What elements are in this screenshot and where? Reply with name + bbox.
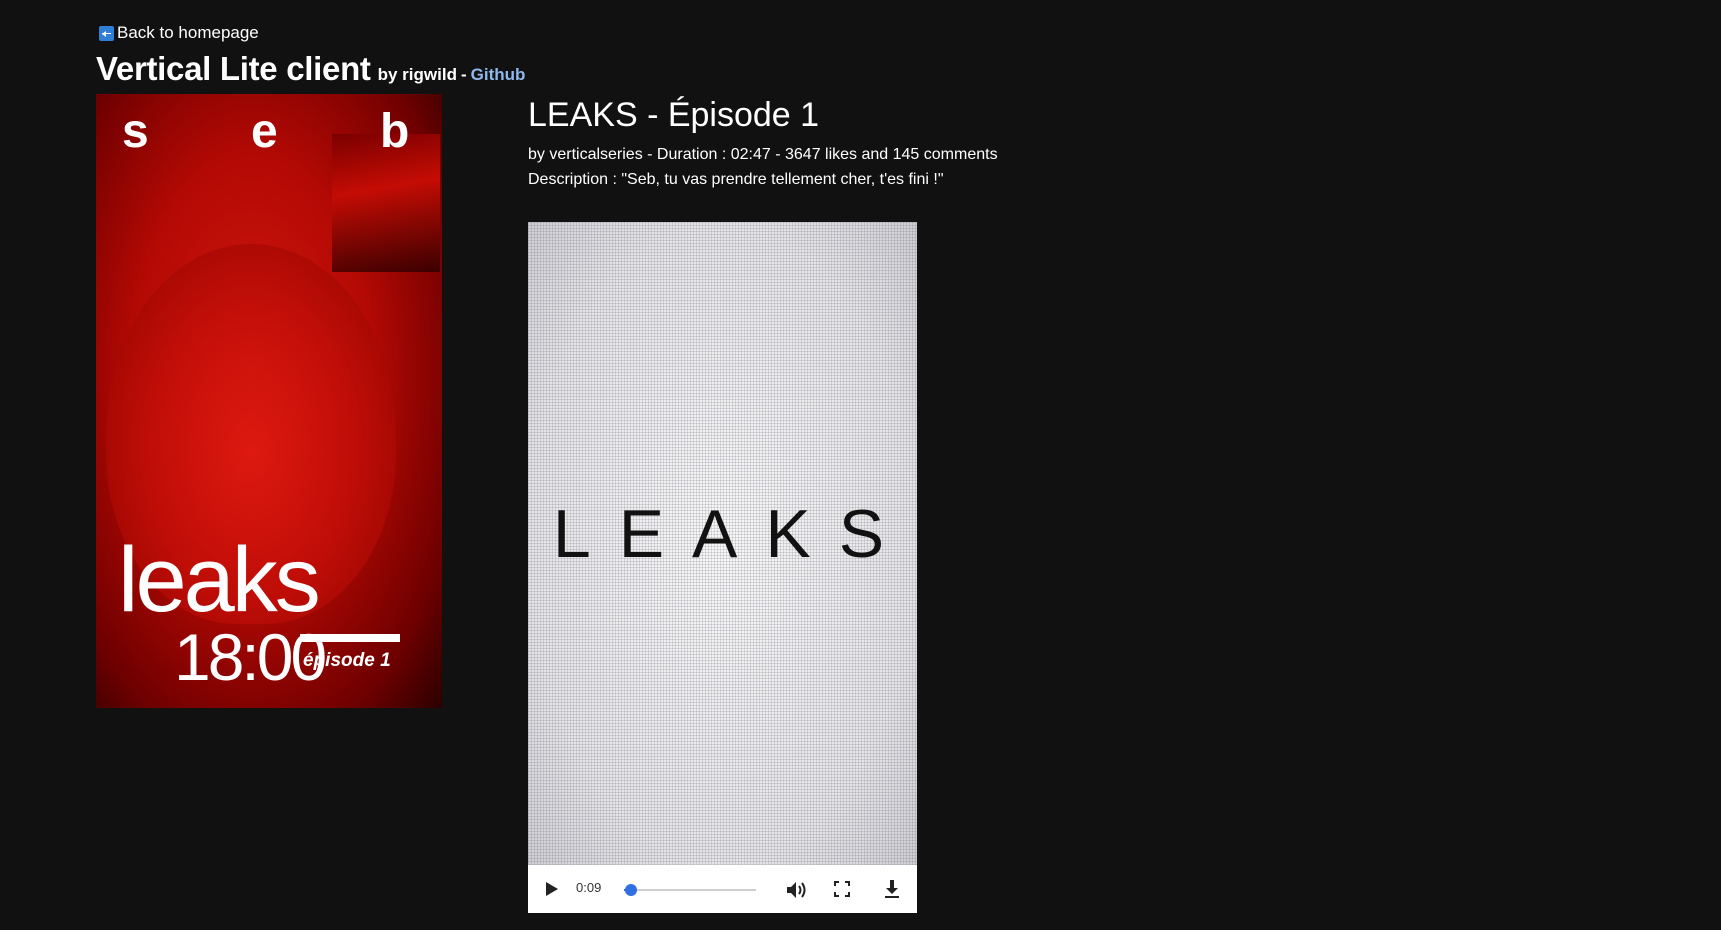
poster-title: leaks	[118, 529, 321, 631]
episode-title: LEAKS - Épisode 1	[528, 96, 820, 134]
video-frame[interactable]: LEAKS	[528, 222, 917, 865]
fullscreen-icon[interactable]	[834, 881, 850, 897]
back-to-homepage-link[interactable]: Back to homepage	[99, 22, 259, 44]
video-player[interactable]: LEAKS 0:09	[528, 222, 917, 913]
header-separator: -	[460, 65, 467, 84]
current-time: 0:09	[576, 880, 602, 895]
episode-description: Description : "Seb, tu vas prendre telle…	[528, 171, 944, 188]
left-arrow-icon	[99, 25, 114, 41]
site-author: by rigwild	[377, 65, 457, 84]
poster-time: 18:00	[174, 620, 327, 694]
poster-letter: b	[380, 105, 410, 158]
play-icon[interactable]	[546, 882, 558, 896]
site-header: Vertical Lite client by rigwild - Github	[96, 50, 525, 88]
page: Back to homepage Vertical Lite client by…	[0, 0, 1721, 930]
site-title: Vertical Lite client	[96, 50, 371, 87]
download-icon[interactable]	[884, 879, 900, 899]
video-frame-text: LEAKS	[552, 496, 913, 572]
seek-thumb[interactable]	[625, 884, 638, 896]
poster-letter: s	[122, 105, 149, 158]
poster-episode-label: épisode 1	[303, 650, 391, 671]
seek-bar[interactable]	[624, 884, 756, 896]
poster-letter: e	[251, 105, 278, 158]
episode-meta: by verticalseries - Duration : 02:47 - 3…	[528, 146, 998, 163]
video-controls: 0:09	[528, 865, 917, 913]
back-label: Back to homepage	[117, 23, 259, 42]
github-link[interactable]: Github	[471, 65, 526, 85]
volume-icon[interactable]	[786, 881, 808, 899]
episode-poster: s e b leaks 18:00 épisode 1	[96, 94, 442, 708]
